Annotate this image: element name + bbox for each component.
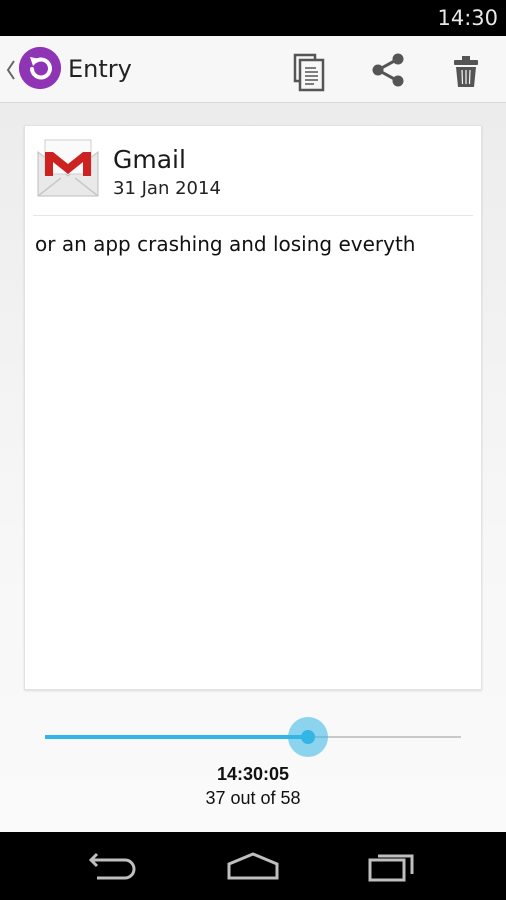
copy-button[interactable] [285,46,333,94]
page-title: Entry [68,55,132,83]
share-button[interactable] [364,46,412,94]
divider [33,215,473,216]
back-icon [88,852,136,880]
restore-icon[interactable] [19,47,61,89]
entry-text[interactable]: or an app crashing and losing everyth [35,232,475,256]
entry-app-name: Gmail [113,145,186,174]
history-slider[interactable] [45,710,461,766]
status-bar: 14:30 [0,0,506,36]
recents-icon [368,854,414,882]
slider-position-label: 37 out of 58 [205,788,301,808]
home-icon [227,852,279,880]
trash-icon [454,56,478,87]
action-bar: Entry [0,36,506,103]
chevron-left-icon[interactable] [4,58,18,82]
slider-fill [45,735,308,739]
gmail-icon [35,136,101,202]
back-button[interactable] [83,846,143,886]
slider-thumb[interactable] [301,730,315,744]
copy-icon [293,53,325,92]
nav-bar [0,832,506,900]
entry-card: Gmail 31 Jan 2014 or an app crashing and… [24,125,482,690]
home-button[interactable] [223,846,283,886]
share-icon [372,53,404,87]
entry-date: 31 Jan 2014 [113,178,221,199]
recents-button[interactable] [364,846,424,886]
status-time: 14:30 [437,6,498,30]
slider-time: 14:30:05 [216,764,290,784]
delete-button[interactable] [442,46,490,94]
